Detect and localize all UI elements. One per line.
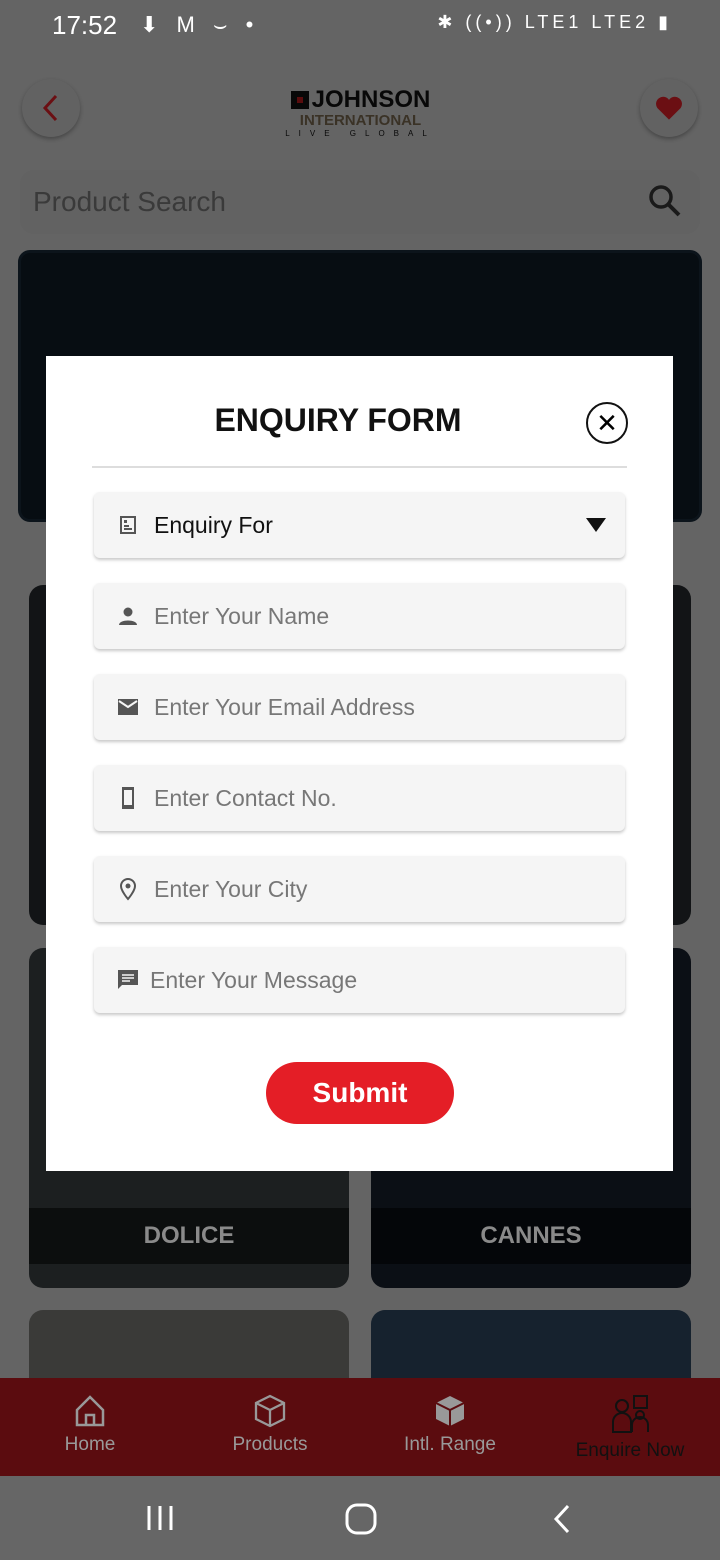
divider [92, 466, 627, 468]
name-input[interactable]: Enter Your Name [94, 583, 625, 649]
message-icon [118, 970, 138, 989]
dropdown-arrow-icon [586, 518, 606, 532]
nav-intl-range[interactable]: Intl. Range [360, 1378, 540, 1476]
system-status-icons: ✱ ((•)) LTE1 LTE2 ▮ [437, 12, 672, 32]
bottom-navigation: Home Products Intl. Range Enquire Now [0, 1378, 720, 1476]
nav-enquire-now[interactable]: Enquire Now [540, 1378, 720, 1476]
recent-apps-icon[interactable] [145, 1504, 175, 1532]
message-input[interactable]: Enter Your Message [94, 947, 625, 1013]
favorites-button[interactable] [640, 79, 698, 137]
chevron-left-icon [42, 94, 58, 122]
close-button[interactable]: ✕ [586, 402, 628, 444]
clock: 17:52 [52, 10, 118, 40]
customer-support-icon [612, 1395, 649, 1433]
notification-icons: ⬇ M ⌣ • [140, 12, 260, 37]
brand-logo: JOHNSON INTERNATIONAL LIVE GLOBAL [285, 86, 436, 138]
city-input[interactable]: Enter Your City [94, 856, 625, 922]
modal-title: ENQUIRY FORM [214, 402, 462, 438]
email-icon [118, 699, 138, 715]
search-icon[interactable] [648, 184, 682, 218]
location-icon [119, 877, 137, 901]
product-search-input[interactable]: Product Search [20, 170, 700, 234]
status-bar: 17:52 ⬇ M ⌣ • ✱ ((•)) LTE1 LTE2 ▮ [0, 0, 720, 52]
system-navigation-bar [0, 1476, 720, 1560]
submit-button[interactable]: Submit [266, 1062, 454, 1124]
person-icon [119, 607, 137, 625]
email-input[interactable]: Enter Your Email Address [94, 674, 625, 740]
heart-icon [656, 96, 682, 120]
box-icon [254, 1394, 286, 1428]
home-system-icon[interactable] [345, 1503, 377, 1535]
nav-home[interactable]: Home [0, 1378, 180, 1476]
back-button[interactable] [22, 79, 80, 137]
back-system-icon[interactable] [552, 1504, 572, 1534]
close-icon: ✕ [596, 407, 618, 438]
home-icon [75, 1395, 105, 1427]
package-icon [435, 1396, 465, 1426]
nav-products[interactable]: Products [180, 1378, 360, 1476]
contact-number-input[interactable]: Enter Contact No. [94, 765, 625, 831]
enquiry-form-modal: ENQUIRY FORM ✕ Enquiry For Enter Your Na… [46, 356, 673, 1171]
enquiry-for-dropdown[interactable]: Enquiry For [94, 492, 625, 558]
form-icon [120, 516, 136, 534]
phone-icon [122, 787, 134, 809]
